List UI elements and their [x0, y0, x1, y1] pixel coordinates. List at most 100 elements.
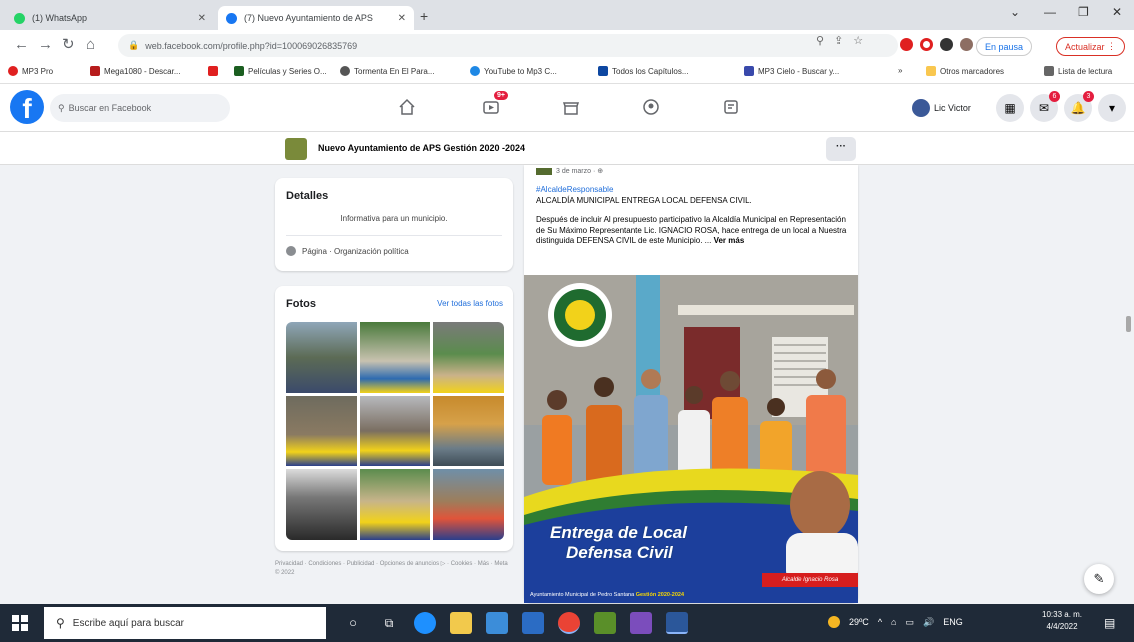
- extension-icon[interactable]: [900, 38, 913, 51]
- post-date[interactable]: 3 de marzo · ⊕: [556, 167, 603, 175]
- photo-thumbnail[interactable]: [286, 469, 357, 540]
- facebook-logo[interactable]: f: [10, 90, 44, 124]
- post-headline: ALCALDÍA MUNICIPAL ENTREGA LOCAL DEFENSA…: [536, 196, 752, 205]
- page-logo[interactable]: [285, 138, 307, 160]
- battery-icon[interactable]: ▭: [905, 617, 914, 628]
- post-image[interactable]: Entrega de Local Defensa Civil Alcalde I…: [524, 275, 858, 603]
- nav-home-icon[interactable]: [392, 94, 422, 120]
- puzzle-icon[interactable]: [940, 38, 953, 51]
- taskbar-search-placeholder: Escribe aquí para buscar: [72, 617, 184, 629]
- bookmark-item[interactable]: YouTube to Mp3 C...: [470, 66, 557, 76]
- mail-icon[interactable]: [522, 612, 544, 634]
- home-button[interactable]: ⌂: [86, 37, 95, 53]
- tab-search-icon[interactable]: ⌄: [1010, 5, 1020, 19]
- browser-tab-bar: (1) WhatsApp ✕ (7) Nuevo Ayuntamiento de…: [0, 0, 1134, 30]
- update-button[interactable]: Actualizar ⋮: [1056, 37, 1126, 56]
- back-button[interactable]: ←: [14, 37, 29, 53]
- page-title[interactable]: Nuevo Ayuntamiento de APS Gestión 2020 -…: [318, 143, 525, 153]
- photo-thumbnail[interactable]: [433, 469, 504, 540]
- profile-avatar[interactable]: [960, 38, 973, 51]
- bookmark-item[interactable]: Tormenta En El Para...: [340, 66, 434, 76]
- nav-watch-icon[interactable]: 9+: [476, 91, 508, 120]
- close-icon[interactable]: ✕: [398, 13, 406, 24]
- bookmark-item[interactable]: Mega1080 - Descar...: [90, 66, 180, 76]
- page-header: Nuevo Ayuntamiento de APS Gestión 2020 -…: [0, 132, 1134, 165]
- forward-button[interactable]: →: [38, 37, 53, 53]
- profile-status-pill[interactable]: En pausa: [976, 37, 1033, 56]
- address-bar[interactable]: 🔒 web.facebook.com/profile.php?id=100069…: [118, 34, 898, 57]
- maximize-button[interactable]: ❐: [1078, 5, 1089, 19]
- zoom-icon[interactable]: ⚲: [816, 34, 824, 47]
- photo-thumbnail[interactable]: [433, 395, 504, 467]
- menu-grid-icon[interactable]: ▦: [996, 94, 1024, 122]
- edge-icon[interactable]: [414, 612, 436, 634]
- photos-title: Fotos: [286, 298, 316, 310]
- file-explorer-icon[interactable]: [450, 612, 472, 634]
- post-hashtag[interactable]: #AlcaldeResponsable: [536, 185, 613, 194]
- bookmark-item[interactable]: Películas y Series O...: [234, 66, 327, 76]
- word-icon[interactable]: [666, 612, 688, 634]
- reading-list-icon: [1044, 66, 1054, 76]
- account-dropdown-icon[interactable]: ▾: [1098, 94, 1126, 122]
- cortana-icon[interactable]: ○: [342, 612, 364, 634]
- bookmark-item[interactable]: MP3 Cielo - Buscar y...: [744, 66, 839, 76]
- action-center-icon[interactable]: ▤: [1104, 616, 1115, 630]
- taskbar-clock[interactable]: 10:33 a. m. 4/4/2022: [1042, 609, 1082, 633]
- notifications-icon[interactable]: 🔔 3: [1064, 91, 1094, 122]
- app-icon[interactable]: [594, 612, 616, 634]
- photo-thumbnail[interactable]: [433, 322, 504, 393]
- clock-date: 4/4/2022: [1046, 622, 1078, 631]
- folder-icon: [926, 66, 936, 76]
- page-footer-links[interactable]: Privacidad · Condiciones · Publicidad · …: [275, 560, 513, 578]
- close-window-button[interactable]: ✕: [1112, 5, 1122, 19]
- opera-icon[interactable]: [920, 38, 933, 51]
- facebook-search-input[interactable]: ⚲ Buscar en Facebook: [50, 94, 230, 122]
- windows-start-icon[interactable]: [12, 615, 28, 631]
- task-view-icon[interactable]: ⧉: [378, 612, 400, 634]
- watch-badge: 9+: [494, 91, 508, 100]
- taskbar-search-input[interactable]: ⚲ Escribe aquí para buscar: [44, 607, 326, 639]
- bookmarks-overflow-icon[interactable]: »: [898, 66, 902, 75]
- bookmark-folder[interactable]: Otros marcadores: [926, 66, 1004, 76]
- nav-groups-icon[interactable]: [636, 94, 666, 120]
- photo-thumbnail[interactable]: [286, 395, 357, 467]
- reading-list[interactable]: Lista de lectura: [1044, 66, 1112, 76]
- close-icon[interactable]: ✕: [198, 13, 206, 24]
- star-icon[interactable]: ☆: [853, 34, 863, 47]
- photos-icon[interactable]: [630, 612, 652, 634]
- new-message-button[interactable]: ✎: [1084, 564, 1114, 594]
- volume-icon[interactable]: 🔊: [923, 617, 934, 628]
- photo-thumbnail[interactable]: [359, 322, 431, 393]
- bookmark-item[interactable]: MP3 Pro: [8, 66, 53, 76]
- scrollbar-thumb[interactable]: [1126, 316, 1131, 332]
- language-indicator[interactable]: ENG: [943, 617, 963, 627]
- messenger-icon[interactable]: ✉ 6: [1030, 91, 1060, 122]
- bookmark-item[interactable]: [208, 66, 222, 76]
- nav-marketplace-icon[interactable]: [556, 94, 586, 120]
- network-icon[interactable]: ⌂: [891, 617, 896, 627]
- see-all-photos-link[interactable]: Ver todas las fotos: [437, 299, 503, 308]
- nav-gaming-icon[interactable]: [716, 94, 746, 120]
- bookmark-item[interactable]: Todos los Capítulos...: [598, 66, 688, 76]
- profile-chip[interactable]: Lic Victor: [912, 96, 971, 120]
- weather-icon[interactable]: [828, 616, 840, 628]
- bookmark-label: MP3 Pro: [22, 66, 54, 76]
- see-more-link[interactable]: Ver más: [714, 236, 745, 245]
- clock-time: 10:33 a. m.: [1042, 610, 1083, 619]
- minimize-button[interactable]: —: [1044, 5, 1056, 19]
- tab-whatsapp[interactable]: (1) WhatsApp ✕: [6, 6, 214, 30]
- store-icon[interactable]: [486, 612, 508, 634]
- reload-button[interactable]: ↻: [62, 37, 75, 53]
- chrome-icon[interactable]: [558, 612, 580, 634]
- tab-facebook[interactable]: (7) Nuevo Ayuntamiento de APS ✕: [218, 6, 414, 30]
- share-icon[interactable]: ⇪: [834, 34, 843, 47]
- more-options-button[interactable]: ···: [826, 137, 856, 161]
- photo-thumbnail[interactable]: [359, 395, 431, 467]
- weather-temp[interactable]: 29ºC: [849, 617, 869, 627]
- photo-thumbnail[interactable]: [359, 469, 431, 540]
- tray-overflow-icon[interactable]: ^: [878, 617, 882, 627]
- page-type-label: Página · Organización política: [302, 246, 409, 256]
- facebook-navbar: f ⚲ Buscar en Facebook 9+ Lic Victor ▦ ✉…: [0, 84, 1134, 132]
- photo-thumbnail[interactable]: [286, 322, 357, 393]
- new-tab-button[interactable]: +: [420, 8, 428, 24]
